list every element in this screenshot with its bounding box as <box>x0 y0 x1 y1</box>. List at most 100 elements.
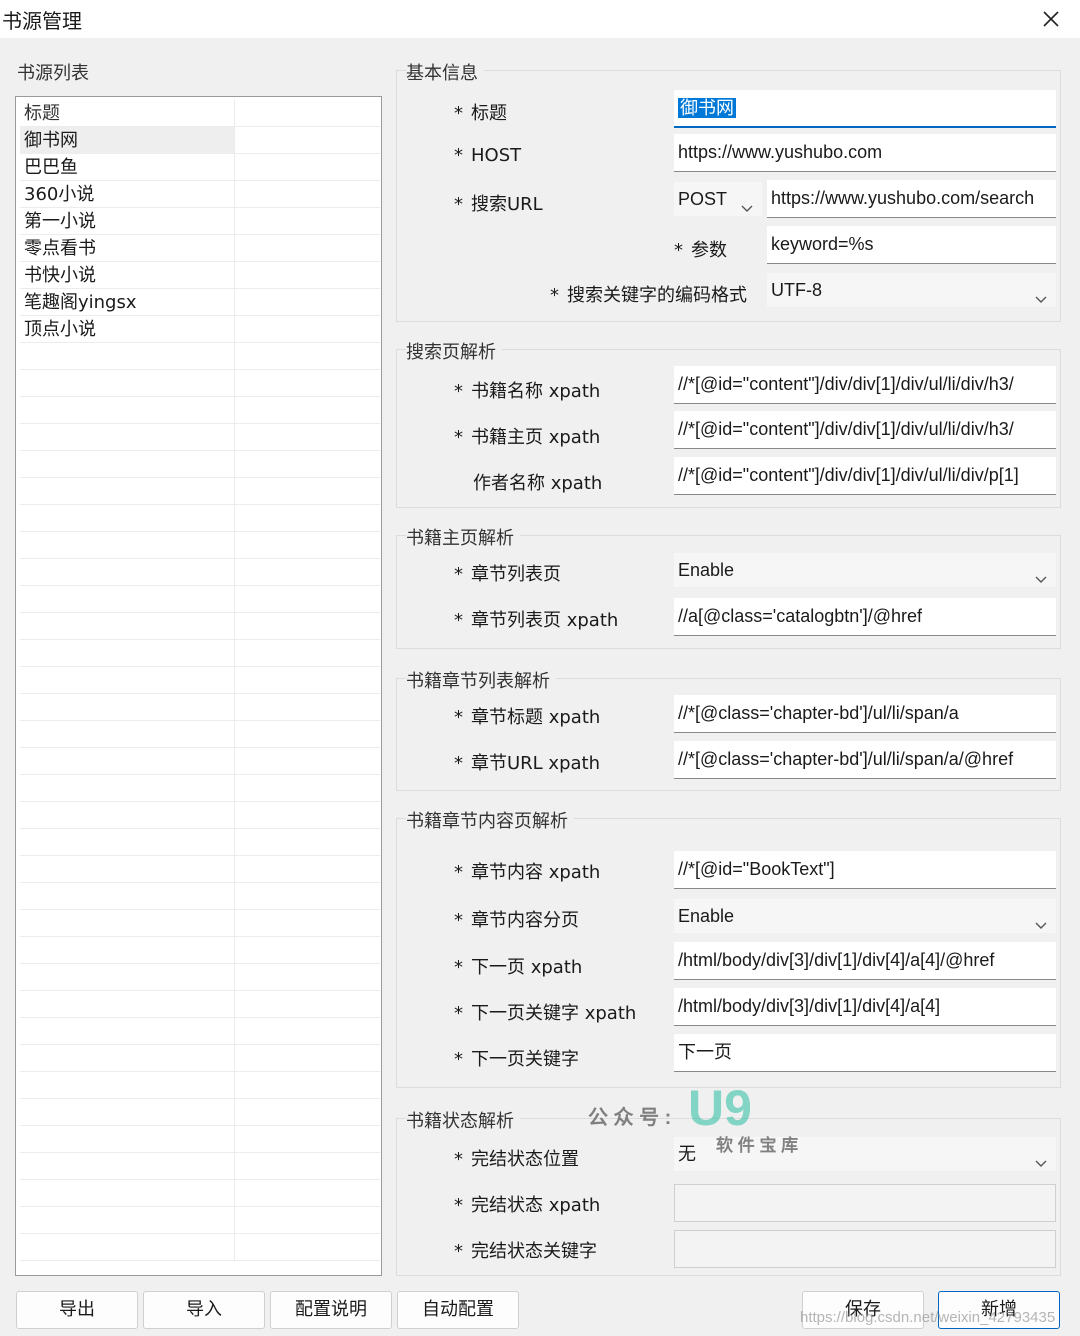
selected-text: 御书网 <box>678 98 736 118</box>
finish-status-xpath-input[interactable] <box>674 1184 1056 1222</box>
method-select[interactable]: POST <box>674 182 762 216</box>
list-item[interactable]: 第一小说 <box>20 208 380 235</box>
search-url-label: * 搜索URL <box>454 194 543 215</box>
book-name-xpath-input[interactable]: //*[@id="content"]/div/div[1]/div/ul/li/… <box>674 366 1056 404</box>
book-home-xpath-label: * 书籍主页 xpath <box>454 427 601 448</box>
list-empty-row <box>20 1153 380 1180</box>
list-empty-row <box>20 1045 380 1072</box>
author-xpath-label: 作者名称 xpath <box>473 473 603 494</box>
close-icon[interactable] <box>1036 4 1066 34</box>
list-empty-row <box>20 1099 380 1126</box>
list-empty-row <box>20 667 380 694</box>
chevron-down-icon <box>1034 1147 1048 1167</box>
list-empty-row <box>20 613 380 640</box>
chapter-content-xpath-label: * 章节内容 xpath <box>454 862 601 883</box>
next-page-keyword-input[interactable]: 下一页 <box>674 1034 1056 1072</box>
title-bar: 书源管理 <box>0 0 1080 38</box>
list-header[interactable]: 标题 <box>20 100 380 127</box>
next-page-keyword-label: * 下一页关键字 <box>454 1049 579 1070</box>
list-empty-row <box>20 478 380 505</box>
search-url-input[interactable]: https://www.yushubo.com/search <box>767 180 1056 218</box>
list-empty-row <box>20 1072 380 1099</box>
list-empty-row <box>20 424 380 451</box>
close-button[interactable] <box>1036 4 1066 34</box>
book-home-legend: 书籍主页解析 <box>406 524 520 550</box>
method-value: POST <box>678 189 728 209</box>
list-empty-row <box>20 1018 380 1045</box>
title-label: * 标题 <box>454 103 507 124</box>
chapter-title-xpath-input[interactable]: //*[@class='chapter-bd']/ul/li/span/a <box>674 695 1056 733</box>
list-empty-row <box>20 910 380 937</box>
host-label: * HOST <box>454 145 522 166</box>
list-empty-row <box>20 775 380 802</box>
list-empty-row <box>20 1180 380 1207</box>
finish-status-keyword-label: * 完结状态关键字 <box>454 1241 597 1262</box>
title-input[interactable]: 御书网 <box>674 90 1056 128</box>
list-empty-row <box>20 451 380 478</box>
list-empty-row <box>20 829 380 856</box>
source-list[interactable]: 标题 御书网 巴巴鱼 360小说 第一小说 零点看书 书快小说 笔趣阁yings… <box>15 96 382 1276</box>
host-input[interactable]: https://www.yushubo.com <box>674 134 1056 172</box>
chapter-list-page-label: * 章节列表页 <box>454 564 561 585</box>
chapter-list-xpath-label: * 章节列表页 xpath <box>454 610 619 631</box>
chevron-down-icon <box>1034 563 1048 583</box>
watermark-logo: U9 <box>688 1080 752 1136</box>
source-list-legend: 书源列表 <box>17 63 89 84</box>
book-name-xpath-label: * 书籍名称 xpath <box>454 381 601 402</box>
list-item[interactable]: 御书网 <box>20 127 380 154</box>
list-empty-row <box>20 532 380 559</box>
chapter-paging-select[interactable]: Enable <box>674 899 1056 933</box>
list-empty-row <box>20 1234 380 1261</box>
author-xpath-input[interactable]: //*[@id="content"]/div/div[1]/div/ul/li/… <box>674 457 1056 495</box>
chevron-down-icon <box>1034 909 1048 929</box>
list-empty-row <box>20 964 380 991</box>
chapter-list-xpath-input[interactable]: //a[@class='catalogbtn']/@href <box>674 598 1056 636</box>
chapter-url-xpath-label: * 章节URL xpath <box>454 753 601 774</box>
chapter-content-xpath-input[interactable]: //*[@id="BookText"] <box>674 851 1056 889</box>
watermark-url: https://blog.csdn.net/weixin_42793435 <box>800 1309 1056 1326</box>
next-page-xpath-label: * 下一页 xpath <box>454 957 583 978</box>
params-input[interactable]: keyword=%s <box>767 226 1056 264</box>
finish-status-keyword-input[interactable] <box>674 1230 1056 1268</box>
export-button[interactable]: 导出 <box>16 1291 138 1329</box>
finish-status-position-label: * 完结状态位置 <box>454 1149 579 1170</box>
book-home-xpath-input[interactable]: //*[@id="content"]/div/div[1]/div/ul/li/… <box>674 411 1056 449</box>
window-title: 书源管理 <box>2 11 82 33</box>
encoding-select[interactable]: UTF-8 <box>767 273 1056 307</box>
search-page-legend: 搜索页解析 <box>406 338 502 364</box>
list-empty-row <box>20 559 380 586</box>
list-item[interactable]: 零点看书 <box>20 235 380 262</box>
chevron-down-icon <box>740 192 754 212</box>
chapter-url-xpath-input[interactable]: //*[@class='chapter-bd']/ul/li/span/a/@h… <box>674 741 1056 779</box>
list-empty-row <box>20 883 380 910</box>
chapter-paging-label: * 章节内容分页 <box>454 910 579 931</box>
import-button[interactable]: 导入 <box>143 1291 265 1329</box>
list-empty-row <box>20 748 380 775</box>
auto-config-button[interactable]: 自动配置 <box>397 1291 519 1329</box>
list-empty-row <box>20 640 380 667</box>
next-page-keyword-xpath-input[interactable]: /html/body/div[3]/div[1]/div[4]/a[4] <box>674 988 1056 1026</box>
chapter-paging-value: Enable <box>678 906 735 926</box>
list-empty-row <box>20 343 380 370</box>
chapter-list-page-select[interactable]: Enable <box>674 553 1056 587</box>
basic-info-legend: 基本信息 <box>406 59 484 85</box>
config-help-button[interactable]: 配置说明 <box>270 1291 392 1329</box>
list-empty-row <box>20 991 380 1018</box>
list-item[interactable]: 书快小说 <box>20 262 380 289</box>
watermark-site: 软 件 宝 库 <box>716 1136 799 1155</box>
chapter-content-legend: 书籍章节内容页解析 <box>406 807 574 833</box>
list-item[interactable]: 顶点小说 <box>20 316 380 343</box>
list-empty-row <box>20 856 380 883</box>
next-page-xpath-input[interactable]: /html/body/div[3]/div[1]/div[4]/a[4]/@hr… <box>674 942 1056 980</box>
list-item[interactable]: 巴巴鱼 <box>20 154 380 181</box>
chapter-list-page-value: Enable <box>678 560 735 580</box>
book-status-legend: 书籍状态解析 <box>406 1107 520 1133</box>
chapter-list-legend: 书籍章节列表解析 <box>406 667 556 693</box>
list-item[interactable]: 360小说 <box>20 181 380 208</box>
list-empty-row <box>20 694 380 721</box>
list-empty-row <box>20 370 380 397</box>
list-empty-row <box>20 586 380 613</box>
list-empty-row <box>20 1126 380 1153</box>
list-item[interactable]: 笔趣阁yingsx <box>20 289 380 316</box>
encoding-label: * 搜索关键字的编码格式 <box>550 285 747 306</box>
